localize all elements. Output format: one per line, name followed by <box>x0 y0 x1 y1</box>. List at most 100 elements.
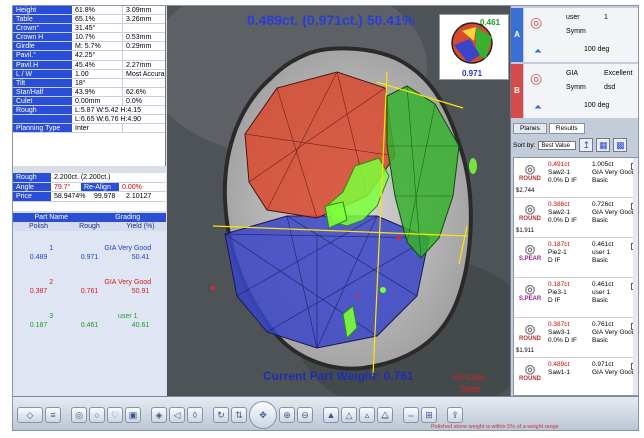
result-name: Saw1-1 <box>548 369 571 376</box>
part-entry[interactable]: 1 GIA Very Good 0.489 0.971 50.41 <box>13 245 166 261</box>
part-grade: GIA Very Good <box>104 279 152 286</box>
results-scrollbar[interactable] <box>633 158 638 395</box>
diamond-view-icon[interactable]: ◈ <box>151 406 167 423</box>
property-value2: Most Accura <box>126 70 165 78</box>
realign-button[interactable]: Re-Align <box>81 182 119 191</box>
property-value2: 0.53mm <box>126 34 152 42</box>
property-key: L / W <box>13 69 72 78</box>
rough-value: 2.200ct. (2.200ct.) <box>54 174 111 181</box>
layer2-icon[interactable]: △ <box>341 406 357 423</box>
property-row: Table 65.1% 3.26mm <box>13 15 165 25</box>
property-row: Culet 0.00mm 0.0% <box>13 96 165 107</box>
property-key: Table <box>13 15 72 24</box>
layer1-icon[interactable]: ▲ <box>323 406 339 423</box>
layer3-icon[interactable]: ▵ <box>359 406 375 423</box>
grading-header: Grading <box>115 214 141 221</box>
result-item[interactable]: ◎ ROUND 0.387ct Saw3-1 0.0% D IF 0.761ct GIA V… <box>514 318 638 358</box>
grid-view-icon[interactable]: ⊞ <box>421 406 437 423</box>
slot-triangle-icon[interactable]: ⏶ <box>534 102 542 113</box>
property-row: Pavil.° 42.25° <box>13 51 165 61</box>
angle-value: 79.7° <box>54 183 71 191</box>
result-item[interactable]: ◎ ROUND 0.491ct Saw2-1 0.0% D IF 1.005ct GIA V… <box>514 158 638 198</box>
filter-icon[interactable]: ▩ <box>613 138 628 152</box>
export-icon[interactable]: ⇪ <box>447 406 463 423</box>
list-icon[interactable]: ≡ <box>45 406 61 423</box>
result-shape-label: S.PEAR <box>518 256 542 262</box>
result-basic: Basic <box>592 297 608 304</box>
results-list[interactable]: ◎ ROUND 0.491ct Saw2-1 0.0% D IF 1.005ct GIA V… <box>513 157 638 396</box>
result-shape-label: S.PEAR <box>518 296 542 302</box>
part-rough: 0.761 <box>80 288 99 295</box>
part-number: 1 <box>49 245 54 252</box>
result-name: Pie2-1 <box>548 249 567 256</box>
crown-view-icon[interactable]: ◊ <box>187 406 203 423</box>
part-number: 2 <box>49 279 54 286</box>
property-value2: 0.29mm <box>126 43 152 51</box>
layer4-icon[interactable]: ⧋ <box>377 406 393 423</box>
navigation-dial-icon[interactable]: ✥ <box>249 400 277 429</box>
thumbnail-preview[interactable]: 0.461 0.971 <box>439 14 509 80</box>
heart-shape-icon[interactable]: ♡ <box>107 406 123 423</box>
diamond-viewer[interactable]: 0.461 0.971 0.489ct. (0.971ct.) 50.41% C… <box>167 6 510 396</box>
sort-up-icon[interactable]: ↥ <box>579 138 594 152</box>
tab-planes[interactable]: Planes <box>513 123 547 134</box>
property-value: 0.00mm <box>72 96 123 106</box>
tab-results[interactable]: Results <box>548 123 585 134</box>
result-shape-label: ROUND <box>519 176 541 182</box>
flip-icon[interactable]: ⇅ <box>231 406 247 423</box>
result-shape-label: ROUND <box>519 376 541 382</box>
slot-grade: user <box>566 14 580 21</box>
property-row: Star/Half 43.9% 62.6% <box>13 87 165 97</box>
result-grade: GIA Very Good <box>592 169 636 176</box>
grid-icon[interactable]: ▦ <box>596 138 611 152</box>
result-item[interactable]: ◎ S.PEAR 0.187ct Pie2-1 D IF 0.461ct user 1 Ba… <box>514 238 638 278</box>
slot-triangle-icon[interactable]: ⏶ <box>534 46 542 57</box>
property-value2 <box>123 24 165 32</box>
property-value: 61.8% <box>72 6 123 15</box>
property-key: Tilt <box>13 78 72 87</box>
property-key: Crown H <box>13 33 72 42</box>
panel-tabs: Planes Results <box>513 123 585 134</box>
result-grade: GIA Very Good <box>592 209 636 216</box>
shape-menu-icon[interactable]: ◇ <box>17 406 43 423</box>
result-basic: Basic <box>592 177 608 184</box>
pavilion-view-icon[interactable]: ◁ <box>169 406 185 423</box>
property-value: L:5.87 W:5.42 H:4.15 <box>75 107 142 115</box>
rotate-icon[interactable]: ↻ <box>213 406 229 423</box>
result-item[interactable]: ◎ ROUND 0.489ct Saw1-1 0.971ct GIA Very Good… <box>514 358 638 395</box>
property-value: L:6.65 W:6.76 H:4.90 <box>75 116 142 124</box>
result-item[interactable]: ◎ ROUND 0.386ct Saw2-1 0.0% D IF 0.726ct GIA V… <box>514 198 638 238</box>
result-shape-icon: ◎ S.PEAR <box>518 242 542 262</box>
slot-b-box[interactable]: ◎ GIA Excellent Symm dsd ⏶ 100 deg <box>524 64 638 118</box>
part-entry[interactable]: 2 GIA Very Good 0.387 0.761 50.91 <box>13 279 166 295</box>
oval-shape-icon[interactable]: ○ <box>89 406 105 423</box>
result-grade: GIA Very Good <box>592 329 636 336</box>
property-key: Crown° <box>13 24 72 33</box>
compare-icon[interactable]: ⇔ <box>403 406 419 423</box>
property-row: Crown° 31.45° <box>13 24 165 34</box>
part-entry[interactable]: 3 user 1 0.187 0.461 40.61 <box>13 313 166 329</box>
round-shape-icon[interactable]: ◎ <box>71 406 87 423</box>
result-color: 0.0% D IF <box>548 337 577 344</box>
sort-select[interactable]: Best Value <box>538 140 577 150</box>
result-shape-label: ROUND <box>519 216 541 222</box>
slot-grade-value: Excellent <box>604 70 633 77</box>
property-value: Inter <box>72 124 123 133</box>
slot-b-tab[interactable]: B <box>511 64 523 118</box>
result-rough-carat: 1.005ct <box>592 161 614 168</box>
result-color: 0.0% D IF <box>548 217 577 224</box>
square-shape-icon[interactable]: ▣ <box>125 406 141 423</box>
result-name: Saw2-1 <box>548 169 571 176</box>
slot-a-box[interactable]: ◎ user 1 Symm ⏶ 100 deg <box>524 8 638 62</box>
result-item[interactable]: ◎ S.PEAR 0.187ct Pie3-1 D IF 0.461ct user 1 Ba… <box>514 278 638 318</box>
result-basic: Basic <box>592 337 608 344</box>
zoom-out-icon[interactable]: ⊖ <box>297 406 313 423</box>
rough-label: Rough <box>13 173 51 182</box>
zoom-in-icon[interactable]: ⊕ <box>279 406 295 423</box>
footer-note: Polished stone weight is within 5% of a … <box>431 424 559 430</box>
slot-a-tab[interactable]: A <box>511 8 523 62</box>
part-polish: 0.187 <box>29 322 48 329</box>
property-key: Girdle <box>13 42 72 51</box>
result-shape-icon: ◎ S.PEAR <box>518 282 542 302</box>
thumb-side-value: 0.461 <box>480 18 501 27</box>
